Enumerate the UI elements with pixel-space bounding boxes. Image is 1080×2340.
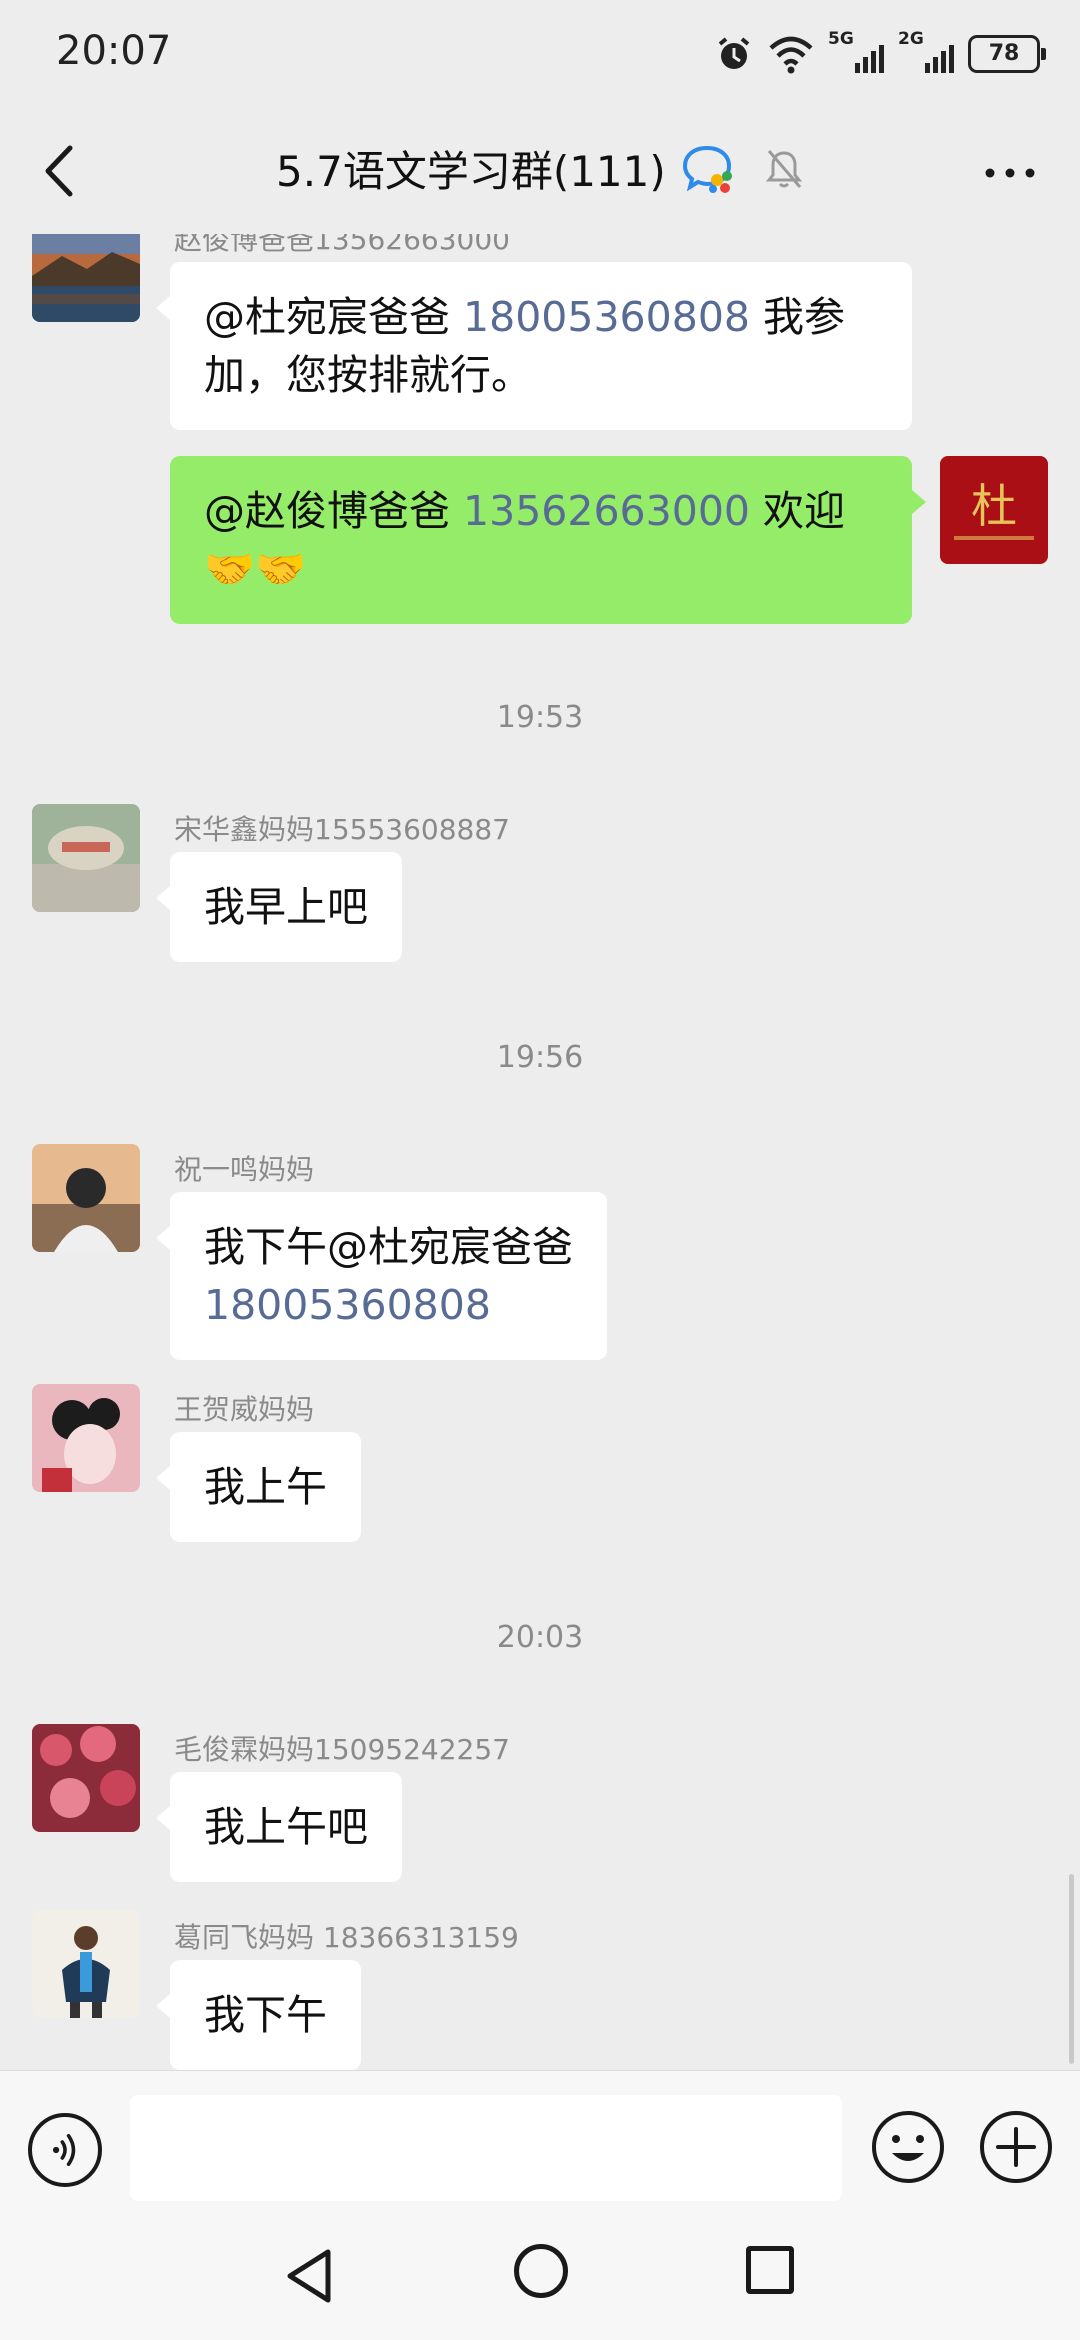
chat-screen: 20:07 5G 2G 78 5.7语文学习群(111) 赵俊博爸爸135626… [0, 0, 1080, 2340]
message-list[interactable]: 赵俊博爸爸13562663000 @杜宛宸爸爸 18005360808 我参加，… [0, 234, 1080, 2070]
message-bubble[interactable]: 我上午吧 [156, 1772, 402, 1882]
message-text: 欢迎 [750, 487, 846, 535]
timestamp: 20:03 [496, 1620, 584, 1655]
scrollbar[interactable] [1069, 1874, 1074, 2064]
avatar[interactable] [32, 1724, 140, 1832]
nav-recents-icon[interactable] [746, 2246, 794, 2294]
message-bubble-mine[interactable]: @赵俊博爸爸 13562663000 欢迎 🤝🤝 [170, 456, 926, 624]
message-bubble[interactable]: 我下午 [156, 1960, 361, 2070]
sender-name: 赵俊博爸爸13562663000 [174, 234, 510, 256]
message-bubble[interactable]: 我上午 [156, 1432, 361, 1542]
avatar[interactable] [32, 1144, 140, 1252]
message-bubble[interactable]: 我早上吧 [156, 852, 402, 962]
chat-title[interactable]: 5.7语文学习群(111) [276, 138, 666, 199]
mention-text[interactable]: @赵俊博爸爸 [204, 487, 463, 535]
timestamp: 19:53 [496, 700, 584, 735]
phone-link[interactable]: 18005360808 [463, 293, 750, 341]
battery-icon: 78 [968, 35, 1046, 73]
sender-name: 王贺威妈妈 [174, 1393, 315, 1426]
sender-name: 毛俊霖妈妈15095242257 [174, 1733, 510, 1766]
message-text: 我早上吧 [204, 883, 368, 931]
alarm-icon [718, 37, 750, 69]
handshake-emoji: 🤝🤝 [204, 545, 307, 593]
mention-text[interactable]: @杜宛宸爸爸 [204, 293, 463, 341]
bell-muted-icon [765, 149, 803, 188]
phone-link[interactable]: 13562663000 [463, 487, 750, 535]
voice-icon[interactable] [28, 2113, 102, 2187]
system-nav-bar [0, 2220, 1080, 2340]
message-input[interactable] [130, 2095, 842, 2201]
nav-home-icon[interactable] [514, 2244, 568, 2298]
my-avatar[interactable]: 杜 [940, 456, 1048, 564]
avatar[interactable] [32, 234, 140, 322]
svg-text:杜: 杜 [971, 479, 1017, 533]
sender-name: 宋华鑫妈妈15553608887 [174, 813, 510, 846]
emoji-icon[interactable] [870, 2109, 946, 2185]
avatar[interactable] [32, 1910, 140, 2018]
message-bubble[interactable]: @杜宛宸爸爸 18005360808 我参加，您按排就行。 [156, 262, 912, 430]
wifi-icon [769, 36, 813, 74]
message-text: 我下午@杜宛宸爸爸 [204, 1223, 573, 1271]
sender-name: 祝一鸣妈妈 [174, 1153, 315, 1186]
avatar[interactable] [32, 1384, 140, 1492]
message-text: 我上午 [204, 1463, 327, 1511]
signal-2g-icon: 2G [898, 29, 954, 75]
message-bubble[interactable]: 我下午@杜宛宸爸爸 18005360808 [156, 1192, 607, 1360]
network-2-label: 2G [898, 29, 924, 49]
message-text: 我上午吧 [204, 1803, 368, 1851]
signal-5g-icon: 5G [828, 29, 884, 75]
message-text: 我下午 [204, 1991, 327, 2039]
status-time: 20:07 [56, 28, 172, 74]
status-icons: 5G 2G 78 [714, 29, 1046, 78]
input-bar [0, 2070, 1080, 2220]
status-bar: 20:07 5G 2G 78 [0, 0, 1080, 108]
more-dots-icon[interactable] [980, 148, 1040, 198]
chat-header: 5.7语文学习群(111) [0, 108, 1080, 234]
work-group-icon [682, 145, 732, 193]
plus-icon[interactable] [978, 2109, 1054, 2185]
network-1-label: 5G [828, 29, 854, 49]
avatar[interactable] [32, 804, 140, 912]
timestamp: 19:56 [496, 1040, 584, 1075]
title-wrap: 5.7语文学习群(111) [0, 138, 1080, 199]
sender-name: 葛同飞妈妈 18366313159 [174, 1921, 519, 1954]
nav-back-icon[interactable] [280, 2244, 340, 2308]
phone-link[interactable]: 18005360808 [204, 1281, 491, 1329]
